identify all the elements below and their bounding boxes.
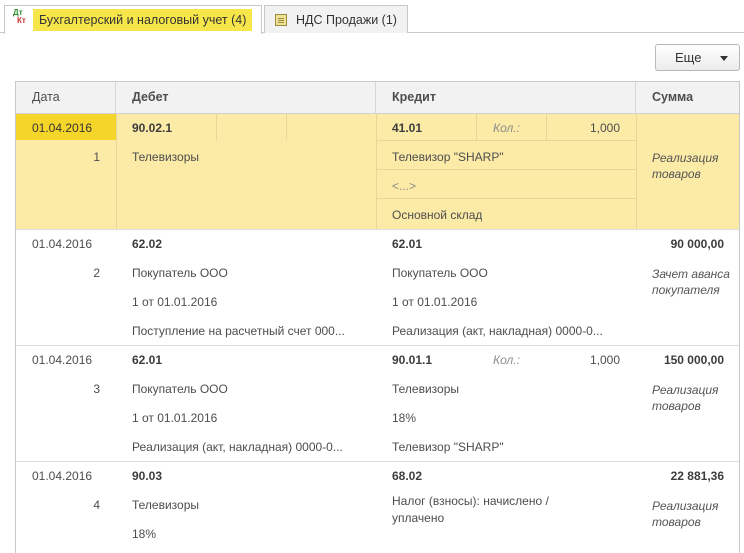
more-button[interactable]: Еще [655, 44, 740, 71]
tab-label: Бухгалтерский и налоговый учет (4) [33, 9, 253, 31]
credit-account: 90.01.1 [392, 353, 433, 367]
posting-number: 3 [93, 382, 100, 396]
table-row[interactable]: 01.04.2016 3 62.01 Покупатель ООО 1 от 0… [16, 346, 739, 462]
credit-quantity: 1,000 [589, 353, 620, 367]
debit-subconto-1: Покупатель ООО [132, 382, 228, 396]
debit-subconto-1: Телевизоры [132, 150, 200, 164]
credit-account: 62.01 [392, 237, 423, 251]
posting-amount: 90 000,00 [670, 237, 724, 251]
credit-subconto-1: Телевизор "SHARP" [392, 150, 504, 164]
credit-subconto-1: Телевизоры [392, 382, 460, 396]
debit-subconto-1: Покупатель ООО [132, 266, 228, 280]
chevron-down-icon [720, 56, 728, 61]
postings-table[interactable]: Дата Дебет Кредит Сумма 01.04.2016 1 90.… [15, 81, 740, 553]
table-header: Дата Дебет Кредит Сумма [16, 82, 739, 114]
debit-account: 90.03 [132, 469, 163, 483]
posting-amount: 22 881,36 [670, 469, 724, 483]
debit-subconto-2: 1 от 01.01.2016 [132, 411, 218, 425]
posting-content: Зачет аванса покупателя [652, 267, 730, 297]
credit-quantity-label: Кол.: [493, 121, 520, 135]
column-header-date[interactable]: Дата [16, 82, 116, 114]
posting-date: 01.04.2016 [32, 237, 93, 251]
posting-amount: 150 000,00 [663, 353, 724, 367]
credit-subconto-1: Покупатель ООО [392, 266, 488, 280]
more-button-label: Еще [675, 50, 702, 65]
tab-vat-sales[interactable]: НДС Продажи (1) [264, 5, 408, 33]
credit-subconto-2: <...> [392, 179, 417, 193]
tab-bar: Дт Кт Бухгалтерский и налоговый учет (4) … [0, 0, 744, 34]
debit-subconto-1: Телевизоры [132, 498, 200, 512]
posting-content: Реализация товаров [652, 151, 719, 181]
posting-date: 01.04.2016 [32, 469, 93, 483]
debit-account: 62.01 [132, 353, 163, 367]
debit-subconto-3: Реализация (акт, накладная) 0000-0... [132, 440, 343, 454]
tab-accounting[interactable]: Дт Кт Бухгалтерский и налоговый учет (4) [4, 5, 262, 34]
column-header-credit[interactable]: Кредит [376, 82, 636, 114]
dt-kt-icon: Дт Кт [13, 8, 26, 25]
tab-label: НДС Продажи (1) [296, 12, 397, 27]
table-row[interactable]: 01.04.2016 1 90.02.1 Телевизоры 41.01 Ко… [16, 114, 739, 230]
debit-account: 62.02 [132, 237, 163, 251]
credit-subconto-2: 18% [392, 411, 417, 425]
posting-number: 1 [93, 150, 100, 164]
table-row[interactable]: 01.04.2016 4 90.03 Телевизоры 18% 68.02 … [16, 462, 739, 553]
credit-account: 68.02 [392, 469, 423, 483]
posting-date: 01.04.2016 [32, 121, 93, 135]
posting-number: 4 [93, 498, 100, 512]
debit-subconto-2: 1 от 01.01.2016 [132, 295, 218, 309]
posting-number: 2 [93, 266, 100, 280]
posting-date: 01.04.2016 [32, 353, 93, 367]
debit-subconto-2: 18% [132, 527, 157, 541]
debit-subconto-3: Поступление на расчетный счет 000... [132, 324, 345, 338]
posting-content: Реализация товаров [652, 383, 719, 413]
column-header-sum[interactable]: Сумма [636, 82, 739, 114]
debit-account: 90.02.1 [132, 121, 173, 135]
credit-quantity-label: Кол.: [493, 353, 520, 367]
credit-subconto-1: Налог (взносы): начислено / уплачено [392, 494, 549, 525]
credit-quantity: 1,000 [589, 121, 620, 135]
credit-account: 41.01 [392, 121, 423, 135]
table-row[interactable]: 01.04.2016 2 62.02 Покупатель ООО 1 от 0… [16, 230, 739, 346]
credit-subconto-3: Основной склад [392, 208, 483, 222]
credit-subconto-3: Телевизор "SHARP" [392, 440, 504, 454]
credit-subconto-3: Реализация (акт, накладная) 0000-0... [392, 324, 603, 338]
document-icon [275, 13, 287, 26]
credit-subconto-2: 1 от 01.01.2016 [392, 295, 478, 309]
column-header-debit[interactable]: Дебет [116, 82, 376, 114]
posting-content: Реализация товаров [652, 499, 719, 529]
